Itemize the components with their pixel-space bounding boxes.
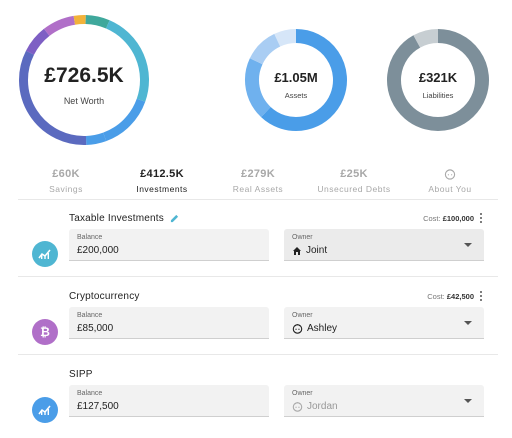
about-you-icon: [444, 169, 456, 180]
account-cost: Cost: £42,500: [427, 292, 474, 301]
category-tabs: £60K Savings £412.5K Investments £279K R…: [18, 168, 498, 200]
home-icon: [293, 246, 301, 255]
owner-select[interactable]: Owner Jordan: [284, 385, 484, 417]
account-cost: Cost: £100,000: [423, 214, 474, 223]
owner-label: Owner: [292, 390, 313, 397]
balance-field[interactable]: Balance £127,500: [69, 385, 269, 417]
tab-unsecured-debts-value: £25K: [340, 168, 368, 180]
balance-label: Balance: [77, 234, 103, 241]
more-options-icon[interactable]: [478, 290, 484, 302]
owner-label: Owner: [292, 312, 313, 319]
tab-about-you-label: About You: [428, 184, 472, 194]
balance-value: £200,000: [77, 245, 119, 256]
assets-donut: £1.05M Assets: [244, 28, 348, 132]
donut-segment-5: [85, 15, 110, 29]
investment-chart-icon: [38, 249, 51, 259]
balance-label: Balance: [77, 390, 103, 397]
divider: [18, 276, 498, 277]
liabilities-value: £321K: [418, 70, 458, 85]
net-worth-label: Net Worth: [63, 96, 105, 106]
account-title: Cryptocurrency: [69, 291, 140, 302]
more-options-icon[interactable]: [478, 212, 484, 224]
owner-value: Joint: [306, 245, 328, 256]
donut-segment-1: [413, 29, 439, 48]
tab-unsecured-debts-label: Unsecured Debts: [317, 184, 391, 194]
chevron-down-icon[interactable]: [464, 321, 472, 325]
tab-investments[interactable]: £412.5K Investments: [114, 168, 210, 199]
tab-savings[interactable]: £60K Savings: [18, 168, 114, 199]
account-title: Taxable Investments: [69, 213, 164, 224]
tab-savings-label: Savings: [49, 184, 83, 194]
owner-label: Owner: [292, 234, 313, 241]
tab-real-assets-value: £279K: [241, 168, 275, 180]
net-worth-value: £726.5K: [44, 64, 124, 87]
person-face-icon: [292, 402, 303, 412]
donut-segment-0: [85, 132, 107, 145]
balance-value: £85,000: [77, 323, 114, 334]
balance-label: Balance: [77, 312, 103, 319]
donut-segment-2: [249, 33, 281, 65]
tab-investments-label: Investments: [136, 184, 188, 194]
assets-label: Assets: [284, 91, 308, 100]
owner-value: Jordan: [307, 401, 338, 412]
edit-pencil-icon[interactable]: [170, 214, 179, 223]
owner-select[interactable]: Owner Joint: [284, 229, 484, 261]
balance-value: £127,500: [77, 401, 119, 412]
donut-segment-4: [73, 15, 86, 25]
tab-investments-value: £412.5K: [140, 168, 184, 180]
owner-select[interactable]: Owner Ashley: [284, 307, 484, 339]
account-avatar: [32, 397, 58, 423]
account-taxable-investments: Taxable Investments Cost: £100,000 Balan…: [18, 213, 498, 293]
tab-unsecured-debts[interactable]: £25K Unsecured Debts: [306, 168, 402, 199]
person-face-icon: [292, 324, 303, 334]
account-sipp: SIPP Balance £127,500 Owner Jordan: [18, 369, 498, 438]
donut-segment-2: [25, 28, 50, 55]
net-worth-donut: £726.5K Net Worth: [18, 14, 150, 146]
chevron-down-icon[interactable]: [464, 399, 472, 403]
chevron-down-icon[interactable]: [464, 243, 472, 247]
investment-chart-icon: [38, 405, 51, 415]
liabilities-donut: £321K Liabilities: [386, 28, 490, 132]
svg-text:₿: ₿: [40, 325, 50, 339]
balance-field[interactable]: Balance £85,000: [69, 307, 269, 339]
owner-value: Ashley: [307, 323, 338, 334]
donut-segment-3: [274, 29, 297, 47]
donut-segment-3: [43, 15, 76, 36]
tab-real-assets[interactable]: £279K Real Assets: [210, 168, 306, 199]
tab-about-you[interactable]: About You: [402, 168, 498, 199]
tab-savings-value: £60K: [52, 168, 80, 180]
account-avatar: [32, 241, 58, 267]
balance-field[interactable]: Balance £200,000: [69, 229, 269, 261]
tab-real-assets-label: Real Assets: [232, 184, 284, 194]
account-cryptocurrency: Cryptocurrency Cost: £42,500 ₿ Balance £…: [18, 291, 498, 371]
account-avatar: ₿: [32, 319, 58, 345]
account-title: SIPP: [69, 369, 93, 380]
liabilities-label: Liabilities: [422, 91, 454, 100]
assets-value: £1.05M: [274, 70, 318, 85]
divider: [18, 354, 498, 355]
bitcoin-icon: ₿: [40, 325, 50, 339]
